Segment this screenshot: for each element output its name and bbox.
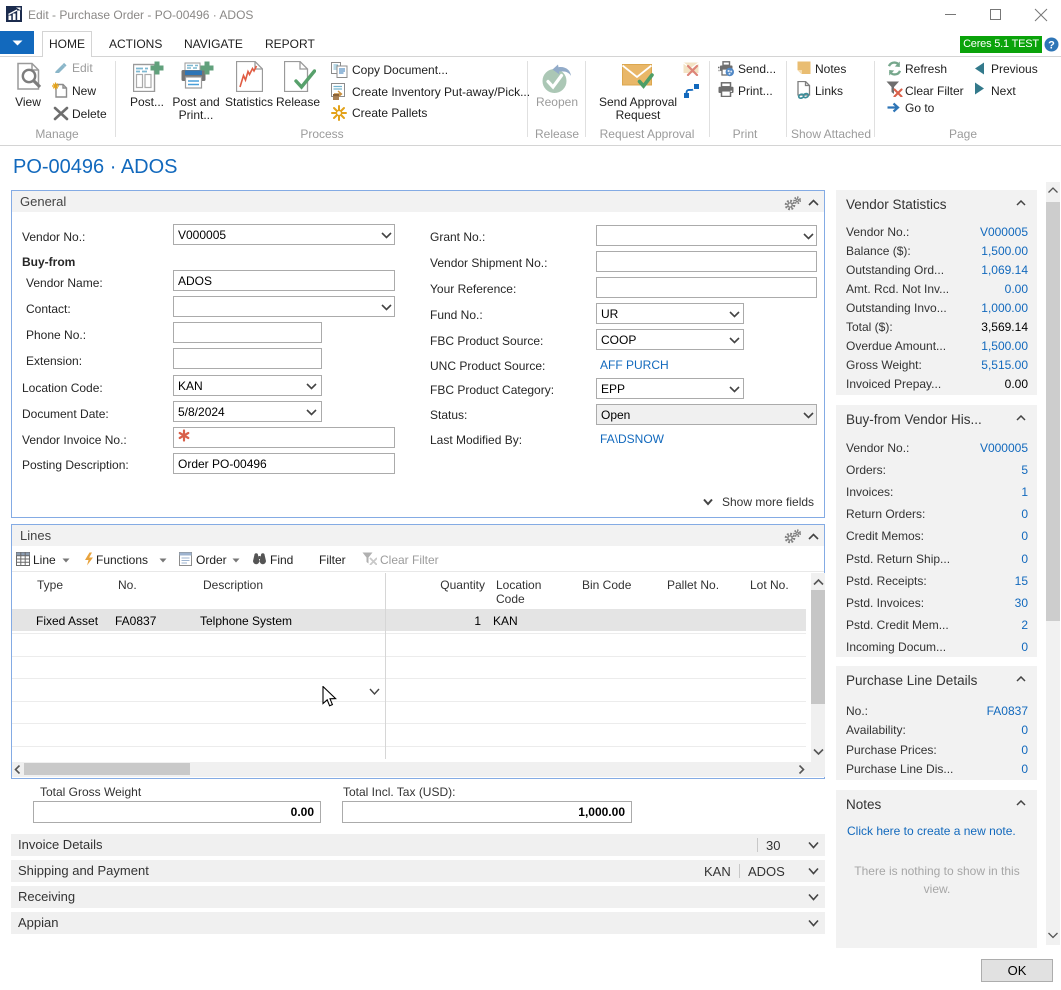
svg-text:?: ? [1048, 40, 1055, 52]
